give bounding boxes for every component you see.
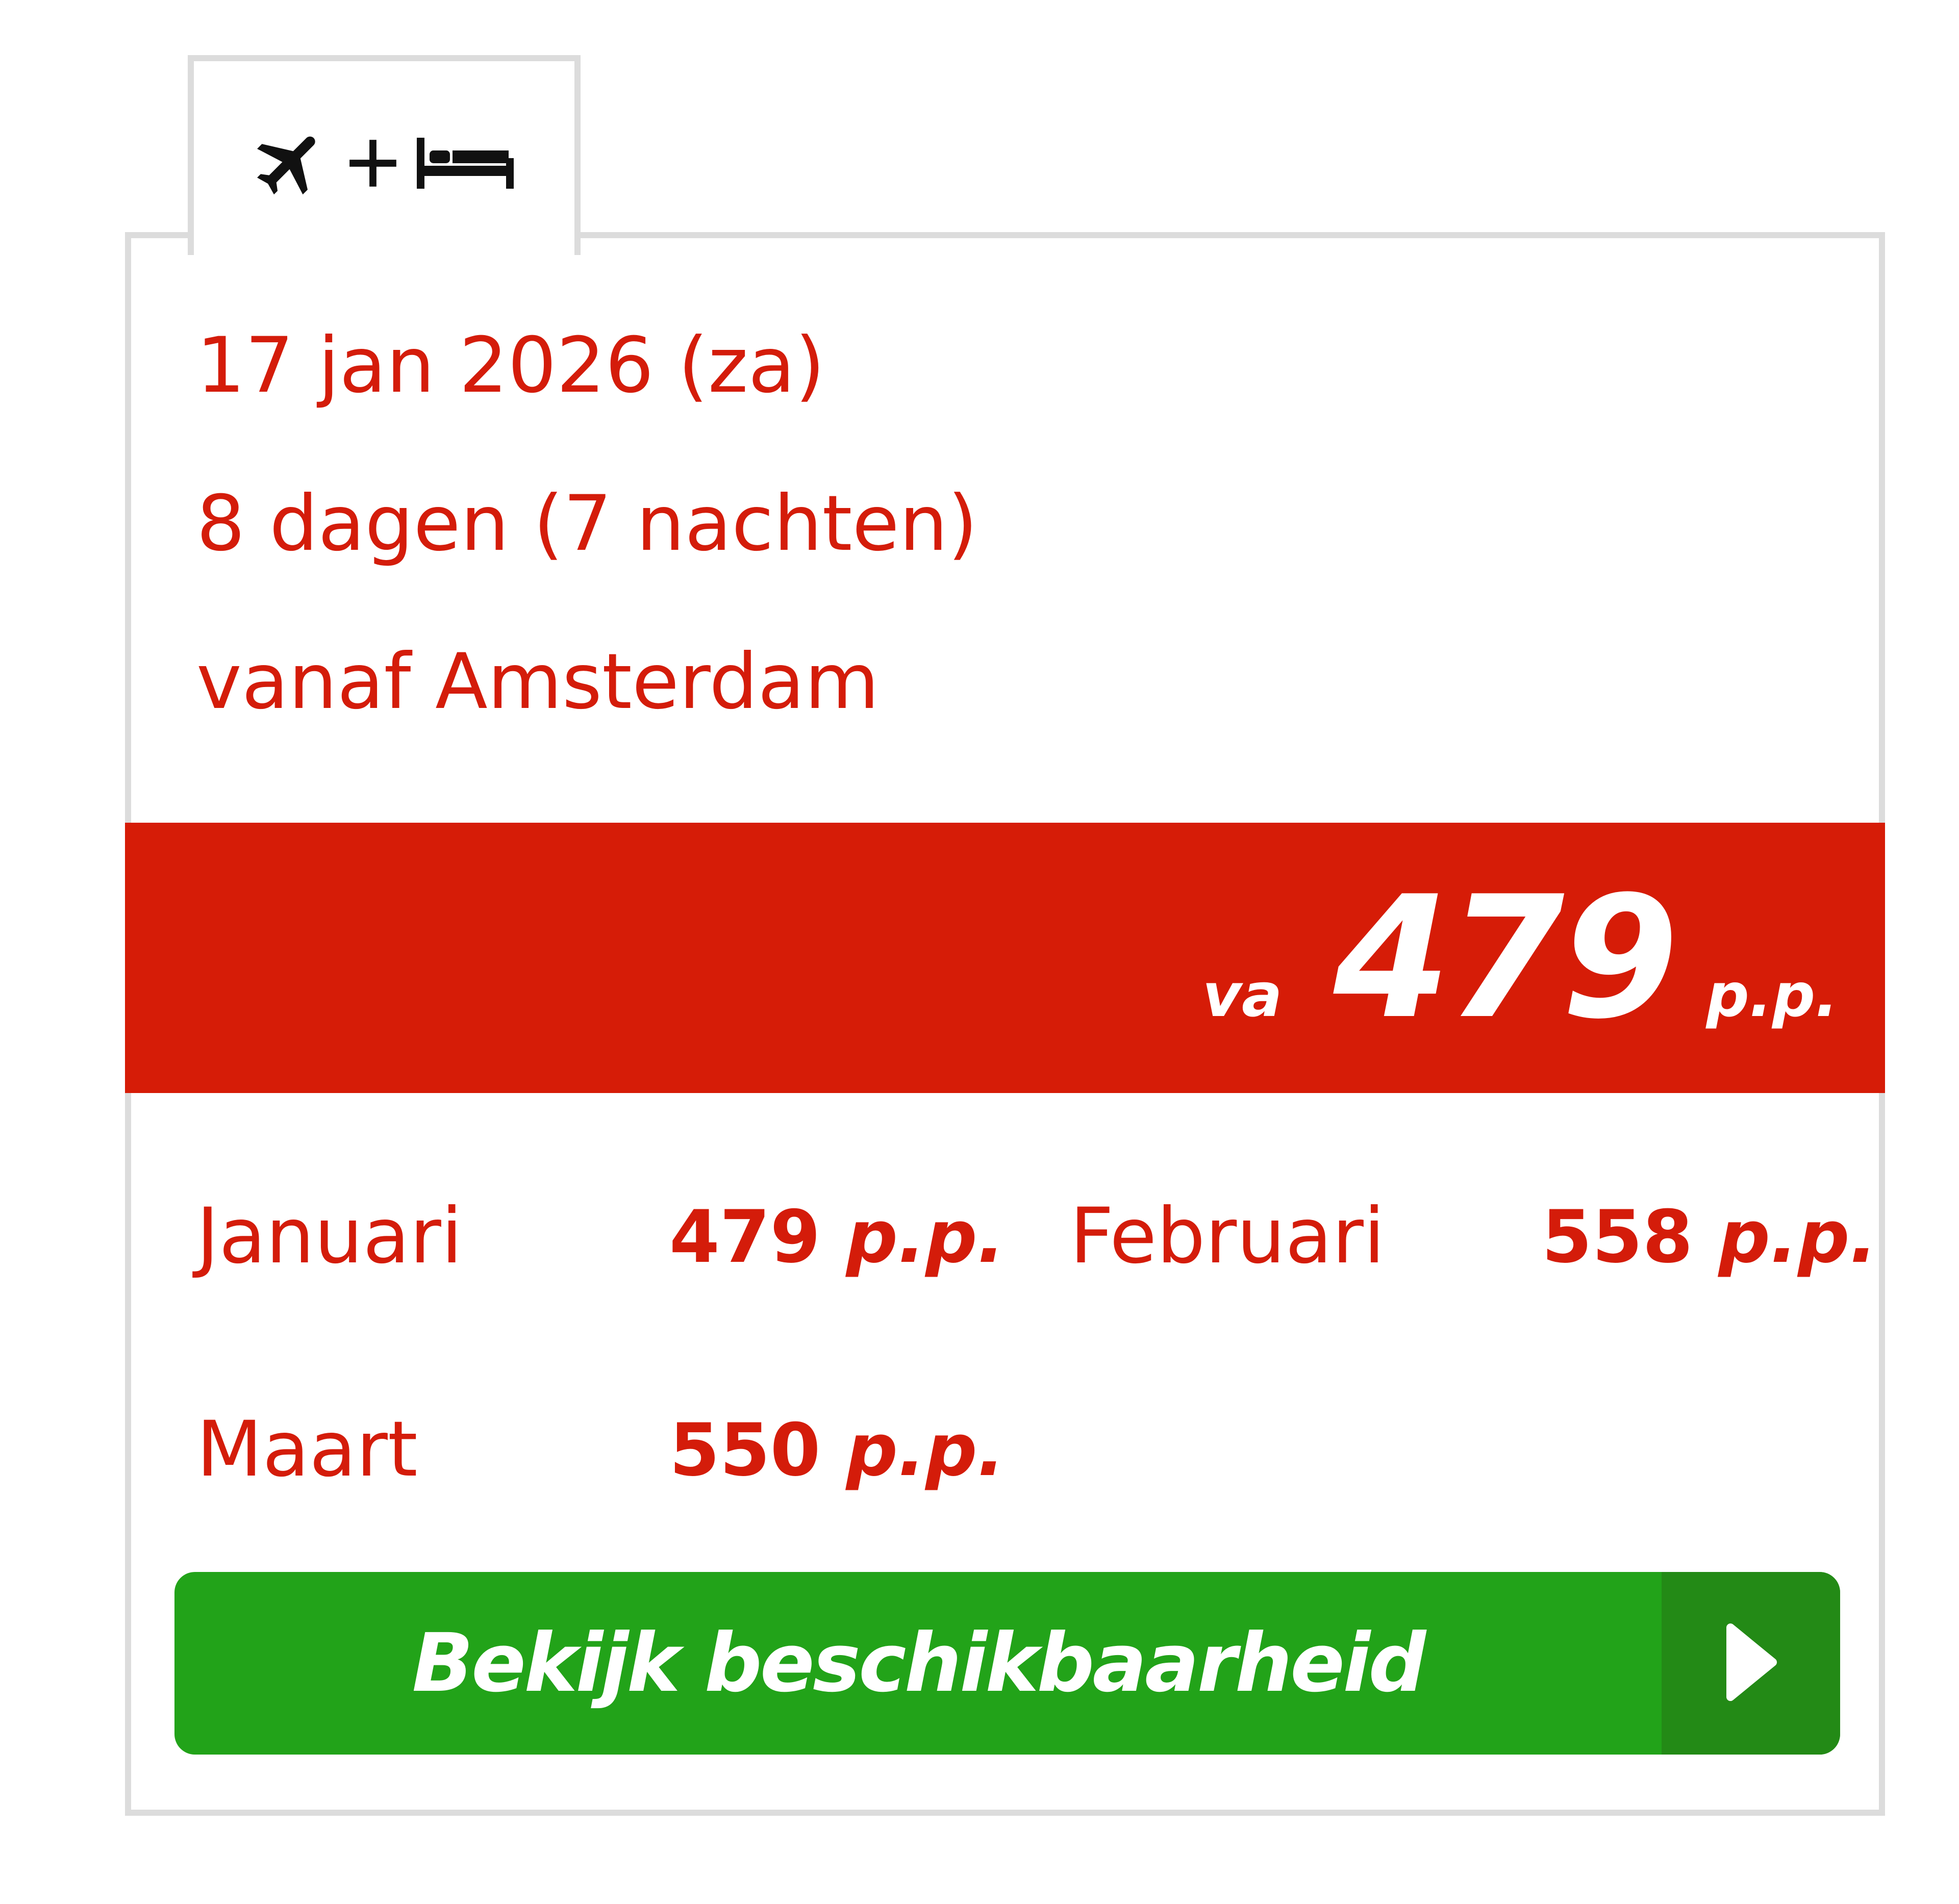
month-price-januari[interactable]: 479 p.p. (669, 1201, 1005, 1274)
cta-arrow-box (1662, 1572, 1840, 1755)
month-price-value: 479 (669, 1195, 821, 1279)
month-price-februari[interactable]: 558 p.p. (1542, 1201, 1877, 1274)
month-price-unit: p.p. (846, 1195, 1005, 1279)
month-label-maart[interactable]: Maart (196, 1411, 418, 1488)
departure-date: 17 jan 2026 (za) (196, 321, 825, 410)
trip-offer-card: 17 jan 2026 (za) 8 dagen (7 nachten) van… (125, 232, 1885, 1816)
month-price-unit: p.p. (1718, 1195, 1877, 1279)
tab-icon-group (250, 122, 516, 204)
check-availability-label: Bekijk beschikbaarheid (412, 1616, 1426, 1710)
play-arrow-icon (1723, 1621, 1779, 1705)
check-availability-button[interactable]: Bekijk beschikbaarheid (174, 1572, 1840, 1755)
price-prefix: va (1202, 960, 1283, 1030)
trip-duration: 8 dagen (7 nachten) (196, 479, 978, 568)
month-price-unit: p.p. (846, 1408, 1005, 1492)
flight-hotel-tab[interactable] (188, 55, 581, 255)
month-price-value: 558 (1542, 1195, 1693, 1279)
departure-city: vanaf Amsterdam (196, 638, 880, 726)
month-price-maart[interactable]: 550 p.p. (669, 1414, 1005, 1487)
month-price-value: 550 (669, 1408, 821, 1492)
month-label-januari[interactable]: Januari (196, 1198, 463, 1275)
airplane-icon (250, 122, 332, 204)
price-amount: 479 (1333, 860, 1679, 1056)
from-price: va 479 p.p. (1202, 874, 1838, 1042)
plus-icon (345, 135, 401, 191)
bed-icon (414, 133, 516, 194)
month-label-februari[interactable]: Februari (1070, 1198, 1385, 1275)
price-banner: va 479 p.p. (125, 823, 1885, 1093)
price-suffix: p.p. (1706, 960, 1838, 1030)
